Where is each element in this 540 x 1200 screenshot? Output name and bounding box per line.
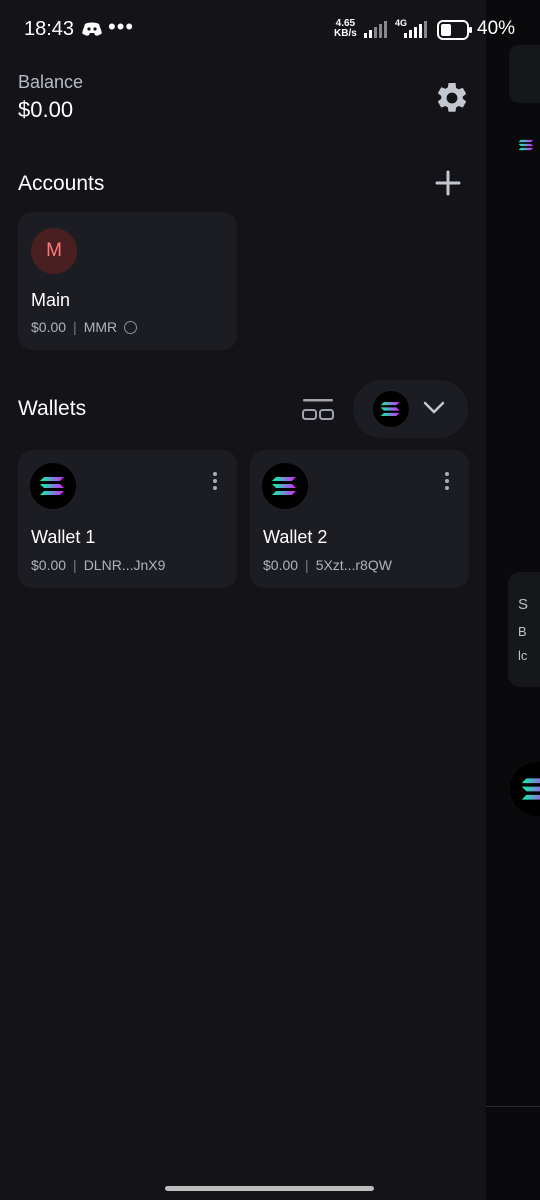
- wallet-value: $0.00: [31, 557, 67, 573]
- loading-ring-icon: [124, 320, 138, 334]
- battery-icon: [437, 20, 472, 40]
- solana-icon: [30, 463, 76, 509]
- solana-icon: [518, 139, 534, 151]
- wallet-name: Wallet 1: [31, 527, 96, 547]
- account-name: Main: [31, 290, 71, 310]
- wallet-address: 5Xzt...r8QW: [315, 557, 392, 573]
- signal-icon: [364, 21, 387, 38]
- solana-icon: [510, 762, 540, 816]
- account-card-main[interactable]: M Main $0.00 | MMR: [18, 212, 237, 350]
- account-avatar: M: [31, 228, 77, 274]
- discord-icon: [82, 22, 102, 36]
- wallet-meta: $0.00 | DLNR...JnX9: [31, 557, 165, 573]
- separator: |: [305, 557, 309, 573]
- chevron-down-icon: [423, 401, 445, 414]
- wallet-name: Wallet 2: [263, 527, 328, 547]
- separator: |: [73, 557, 77, 573]
- more-options-icon[interactable]: [444, 472, 450, 493]
- status-bar: 18:43 ••• 4.65 KB/s 4G 40%: [0, 0, 540, 60]
- wallet-value: $0.00: [263, 557, 299, 573]
- network-speed-unit: KB/s: [334, 28, 357, 39]
- account-value: $0.00: [31, 319, 67, 335]
- divider: [486, 1106, 540, 1107]
- more-notifications-icon: •••: [108, 14, 135, 39]
- add-account-plus-icon[interactable]: [435, 170, 461, 196]
- wallet-meta: $0.00 | 5Xzt...r8QW: [263, 557, 392, 573]
- separator: |: [73, 319, 77, 335]
- account-ticker: MMR: [83, 319, 118, 335]
- more-options-icon[interactable]: [212, 472, 218, 493]
- layout-toggle-icon[interactable]: [300, 398, 336, 422]
- balance-value: $0.00: [18, 97, 74, 122]
- background-page: S B lc: [486, 0, 540, 1200]
- battery-percent: 40%: [477, 18, 516, 39]
- home-indicator[interactable]: [165, 1186, 374, 1191]
- status-time: 18:43: [24, 18, 75, 40]
- wallets-title: Wallets: [18, 397, 87, 420]
- account-meta: $0.00 | MMR: [31, 319, 138, 335]
- side-drawer: Balance $0.00 Accounts M Main $0.00 | MM…: [0, 0, 486, 1200]
- wallet-card[interactable]: Wallet 2 $0.00 | 5Xzt...r8QW: [250, 450, 469, 588]
- wallet-address: DLNR...JnX9: [83, 557, 166, 573]
- background-card: S B lc: [508, 572, 540, 687]
- network-speed: 4.65 KB/s: [334, 19, 357, 39]
- accounts-title: Accounts: [18, 172, 105, 195]
- solana-icon: [262, 463, 308, 509]
- wallet-card[interactable]: Wallet 1 $0.00 | DLNR...JnX9: [18, 450, 237, 588]
- settings-gear-icon[interactable]: [434, 80, 470, 116]
- chain-selector[interactable]: [353, 380, 468, 438]
- solana-icon: [373, 391, 409, 427]
- balance-label: Balance: [18, 72, 84, 92]
- signal-icon: [404, 21, 427, 38]
